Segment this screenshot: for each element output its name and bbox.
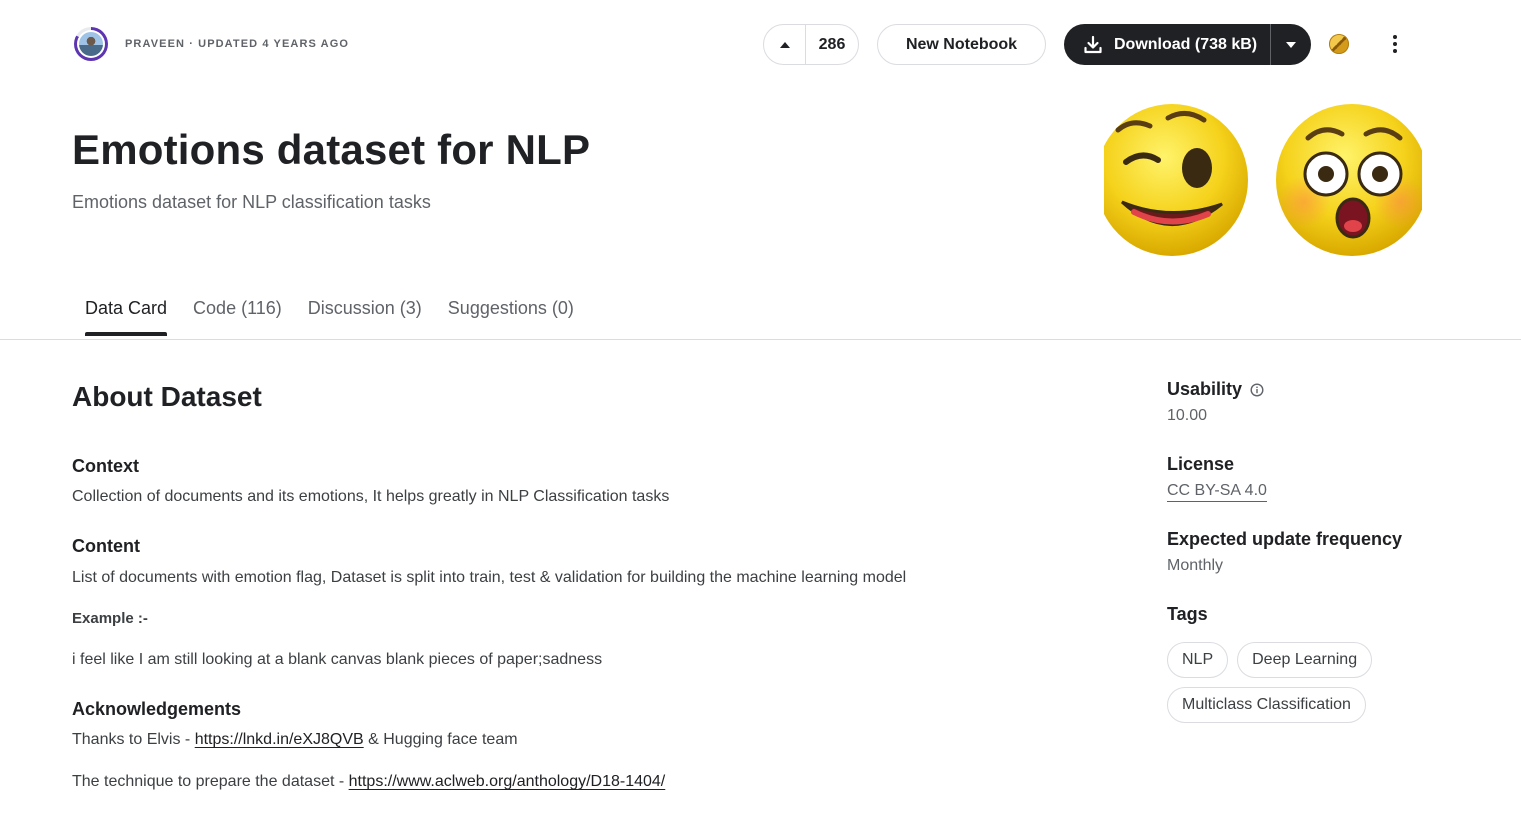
acknowledgements-heading: Acknowledgements bbox=[72, 699, 242, 719]
page-subtitle: Emotions dataset for NLP classification … bbox=[72, 192, 431, 212]
tag-chip[interactable]: NLP bbox=[1167, 642, 1229, 678]
new-notebook-button[interactable]: New Notebook bbox=[877, 24, 1046, 65]
tab-data-card[interactable]: Data Card bbox=[72, 298, 180, 336]
astonished-emoji bbox=[1276, 104, 1422, 256]
technique-text: The technique to prepare the dataset - h… bbox=[72, 773, 1072, 791]
updated-text: · Updated 4 years ago bbox=[189, 38, 350, 50]
tab-divider bbox=[0, 339, 1521, 340]
usability-label: Usability bbox=[1167, 379, 1243, 399]
download-options-button[interactable] bbox=[1270, 24, 1311, 65]
upvote-count: 286 bbox=[818, 35, 846, 53]
example-text: i feel like I am still looking at a blan… bbox=[72, 651, 603, 668]
metadata-sidebar: Usability 10.00 License CC BY-SA 4.0 Exp… bbox=[1167, 379, 1467, 723]
ack-suffix: & Hugging face team bbox=[363, 731, 518, 748]
technique-link[interactable]: https://www.aclweb.org/anthology/D18-140… bbox=[349, 773, 666, 790]
emoji-cover-illustration bbox=[1104, 104, 1422, 256]
tab-suggestions[interactable]: Suggestions (0) bbox=[435, 298, 587, 336]
dataset-description: Context Collection of documents and its … bbox=[72, 456, 1072, 791]
more-vert-icon[interactable] bbox=[1382, 30, 1408, 58]
caret-up-icon bbox=[779, 41, 790, 48]
context-text: Collection of documents and its emotions… bbox=[72, 488, 670, 505]
license-label: License bbox=[1167, 454, 1235, 474]
tab-bar: Data Card Code (116) Discussion (3) Sugg… bbox=[72, 298, 587, 336]
tag-list: NLP Deep Learning Multiclass Classificat… bbox=[1167, 642, 1387, 723]
winking-emoji bbox=[1104, 104, 1248, 256]
frequency-label: Expected update frequency bbox=[1167, 529, 1403, 549]
cover-image bbox=[1104, 100, 1422, 262]
acknowledgements-text: Thanks to Elvis - https://lnkd.in/eXJ8QV… bbox=[72, 731, 1072, 749]
content-text: List of documents with emotion flag, Dat… bbox=[72, 569, 907, 586]
chevron-down-icon bbox=[1286, 41, 1296, 48]
license-link[interactable]: CC BY-SA 4.0 bbox=[1167, 482, 1267, 502]
usability-heading: Usability bbox=[1167, 379, 1467, 400]
download-button[interactable]: Download (738 kB) bbox=[1064, 24, 1270, 65]
tag-chip[interactable]: Deep Learning bbox=[1237, 642, 1373, 678]
tag-chip[interactable]: Multiclass Classification bbox=[1167, 687, 1366, 723]
usability-value: 10.00 bbox=[1167, 407, 1208, 424]
download-label: Download (738 kB) bbox=[1114, 35, 1258, 53]
upvote-button[interactable] bbox=[764, 25, 806, 64]
upvote-widget: 286 bbox=[763, 24, 859, 65]
page-title: Emotions dataset for NLP bbox=[72, 126, 591, 173]
author-meta: Praveen · Updated 4 years ago bbox=[125, 38, 349, 50]
gold-medal-icon[interactable] bbox=[1329, 34, 1349, 54]
frequency-value: Monthly bbox=[1167, 557, 1224, 574]
example-label: Example :- bbox=[72, 610, 148, 627]
info-icon[interactable] bbox=[1250, 382, 1264, 397]
technique-prefix: The technique to prepare the dataset - bbox=[72, 773, 349, 790]
author-name[interactable]: Praveen bbox=[125, 38, 185, 50]
about-heading: About Dataset bbox=[72, 381, 262, 412]
tab-code[interactable]: Code (116) bbox=[180, 298, 295, 336]
ack-link[interactable]: https://lnkd.in/eXJ8QVB bbox=[195, 731, 364, 748]
download-button-group: Download (738 kB) bbox=[1064, 24, 1311, 65]
download-icon bbox=[1084, 35, 1102, 53]
ack-prefix: Thanks to Elvis - bbox=[72, 731, 195, 748]
content-heading: Content bbox=[72, 536, 140, 556]
tab-discussion[interactable]: Discussion (3) bbox=[295, 298, 435, 336]
author-info: Praveen · Updated 4 years ago bbox=[74, 27, 349, 61]
context-heading: Context bbox=[72, 456, 139, 476]
avatar[interactable] bbox=[74, 27, 108, 61]
tags-label: Tags bbox=[1167, 604, 1208, 624]
